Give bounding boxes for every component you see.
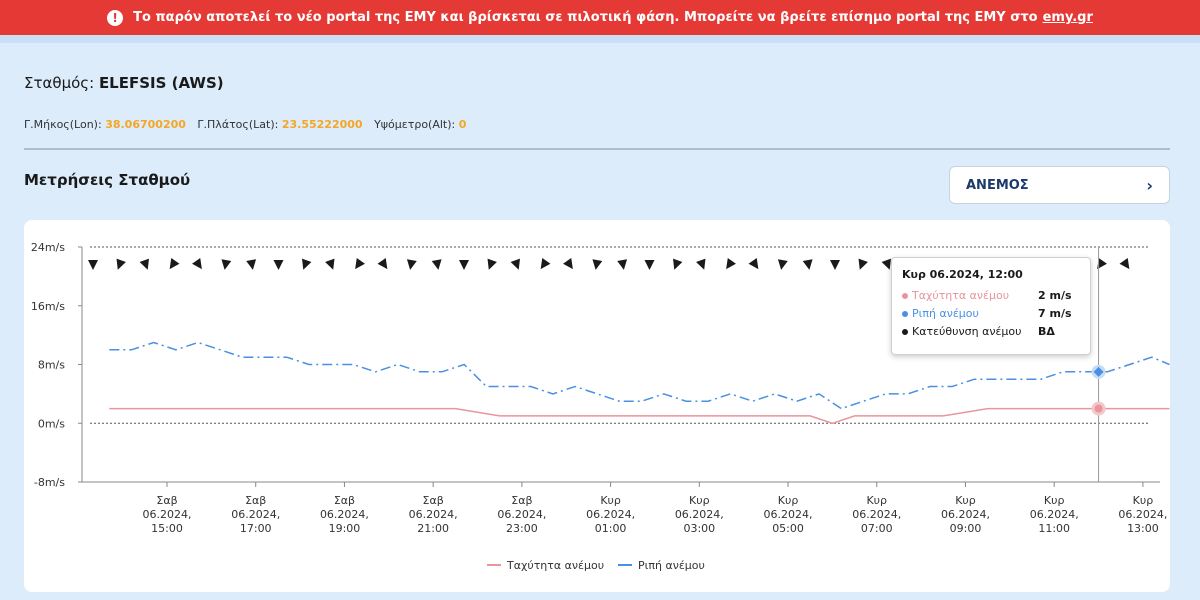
x-tick-label: 05:00 (772, 522, 804, 535)
x-tick-label: 06.2024, (497, 508, 546, 521)
x-tick-label: 06.2024, (1030, 508, 1079, 521)
wind-direction-arrow (431, 259, 442, 270)
wind-direction-arrow (802, 259, 813, 270)
wind-direction-arrow (355, 258, 365, 270)
tooltip-speed-label: Ταχύτητα ανέμου (912, 289, 1010, 302)
tooltip-row-direction: Κατεύθυνση ανέμου ΒΔ (902, 325, 1080, 338)
wind-direction-arrow (459, 260, 469, 270)
wind-direction-arrow (644, 260, 655, 270)
speed-marker (1094, 404, 1103, 413)
x-tick-label: 06.2024, (764, 508, 813, 521)
x-tick-label: 15:00 (151, 522, 183, 535)
y-tick-label: 24m/s (31, 241, 65, 254)
direction-dot-icon (902, 329, 908, 335)
wind-speed-line (109, 407, 1170, 425)
x-tick-label: 03:00 (683, 522, 715, 535)
tooltip-direction-value: ΒΔ (1038, 325, 1055, 338)
wind-direction-arrow (510, 258, 520, 270)
wind-direction-arrow (592, 259, 603, 270)
wind-direction-arrow (116, 258, 126, 270)
x-tick-label: Κυρ (1044, 494, 1065, 507)
wind-direction-arrow (325, 258, 335, 270)
tooltip-speed-value: 2 m/s (1038, 289, 1072, 302)
x-tick-label: Σαβ (156, 494, 177, 507)
x-tick-label: 19:00 (329, 522, 361, 535)
tooltip-row-gust: Ριπή ανέμου 7 m/s (902, 307, 1080, 320)
x-tick-label: Σαβ (245, 494, 266, 507)
gust-dot-icon (902, 311, 908, 317)
wind-direction-arrow (139, 258, 149, 270)
wind-direction-arrow (777, 259, 788, 270)
x-tick-label: Σαβ (423, 494, 444, 507)
x-tick-label: 17:00 (240, 522, 272, 535)
x-tick-label: Κυρ (955, 494, 976, 507)
x-tick-label: Κυρ (600, 494, 621, 507)
x-tick-label: 06.2024, (143, 508, 192, 521)
wind-direction-arrow (246, 259, 257, 270)
x-tick-label: 06.2024, (1118, 508, 1167, 521)
wind-direction-arrow (830, 260, 840, 270)
wind-direction-arrow (1097, 258, 1107, 270)
wind-direction-arrow (377, 258, 388, 270)
chart-tooltip: Κυρ 06.2024, 12:00 Ταχύτητα ανέμου 2 m/s… (891, 257, 1091, 355)
x-tick-label: 07:00 (861, 522, 893, 535)
x-tick-label: 06.2024, (231, 508, 280, 521)
x-tick-label: 06.2024, (675, 508, 724, 521)
x-tick-label: 11:00 (1038, 522, 1070, 535)
wind-direction-arrow (748, 258, 759, 270)
x-tick-label: Σαβ (511, 494, 532, 507)
tooltip-direction-label: Κατεύθυνση ανέμου (912, 325, 1022, 338)
wind-direction-arrow (540, 258, 551, 270)
x-tick-label: 06.2024, (941, 508, 990, 521)
speed-dot-icon (902, 293, 908, 299)
y-tick-label: -8m/s (34, 476, 65, 489)
wind-direction-arrow (88, 260, 98, 270)
wind-direction-arrow (406, 259, 417, 270)
wind-direction-arrow (673, 258, 683, 270)
x-tick-label: Κυρ (778, 494, 799, 507)
wind-direction-arrow (563, 258, 573, 270)
x-tick-label: Σαβ (334, 494, 355, 507)
x-tick-label: 06.2024, (586, 508, 635, 521)
tooltip-title: Κυρ 06.2024, 12:00 (902, 268, 1023, 281)
wind-direction-arrow (696, 258, 706, 270)
wind-direction-arrow (617, 259, 628, 270)
legend-label: Ταχύτητα ανέμου (506, 559, 604, 572)
wind-direction-arrow (169, 258, 180, 270)
x-tick-label: 01:00 (595, 522, 627, 535)
wind-direction-arrow (1119, 258, 1130, 270)
x-tick-label: Κυρ (1133, 494, 1154, 507)
x-tick-label: 09:00 (950, 522, 982, 535)
legend-label: Ριπή ανέμου (638, 559, 705, 572)
x-tick-label: 13:00 (1127, 522, 1159, 535)
tooltip-gust-label: Ριπή ανέμου (912, 307, 979, 320)
x-tick-label: Κυρ (689, 494, 710, 507)
wind-direction-arrow (273, 260, 284, 270)
y-tick-label: 0m/s (38, 417, 65, 430)
wind-direction-arrow (221, 259, 232, 270)
x-tick-label: 06.2024, (409, 508, 458, 521)
wind-direction-arrow (192, 258, 202, 270)
tooltip-row-speed: Ταχύτητα ανέμου 2 m/s (902, 289, 1080, 302)
y-tick-label: 16m/s (31, 300, 65, 313)
tooltip-gust-value: 7 m/s (1038, 307, 1072, 320)
wind-direction-arrow (302, 258, 312, 270)
wind-direction-arrow (726, 258, 736, 270)
wind-direction-arrow (858, 258, 868, 270)
y-tick-label: 8m/s (38, 359, 65, 372)
x-tick-label: Κυρ (866, 494, 887, 507)
x-tick-label: 23:00 (506, 522, 538, 535)
wind-direction-arrow (487, 258, 497, 270)
x-tick-label: 06.2024, (320, 508, 369, 521)
x-tick-label: 06.2024, (852, 508, 901, 521)
x-tick-label: 21:00 (417, 522, 449, 535)
